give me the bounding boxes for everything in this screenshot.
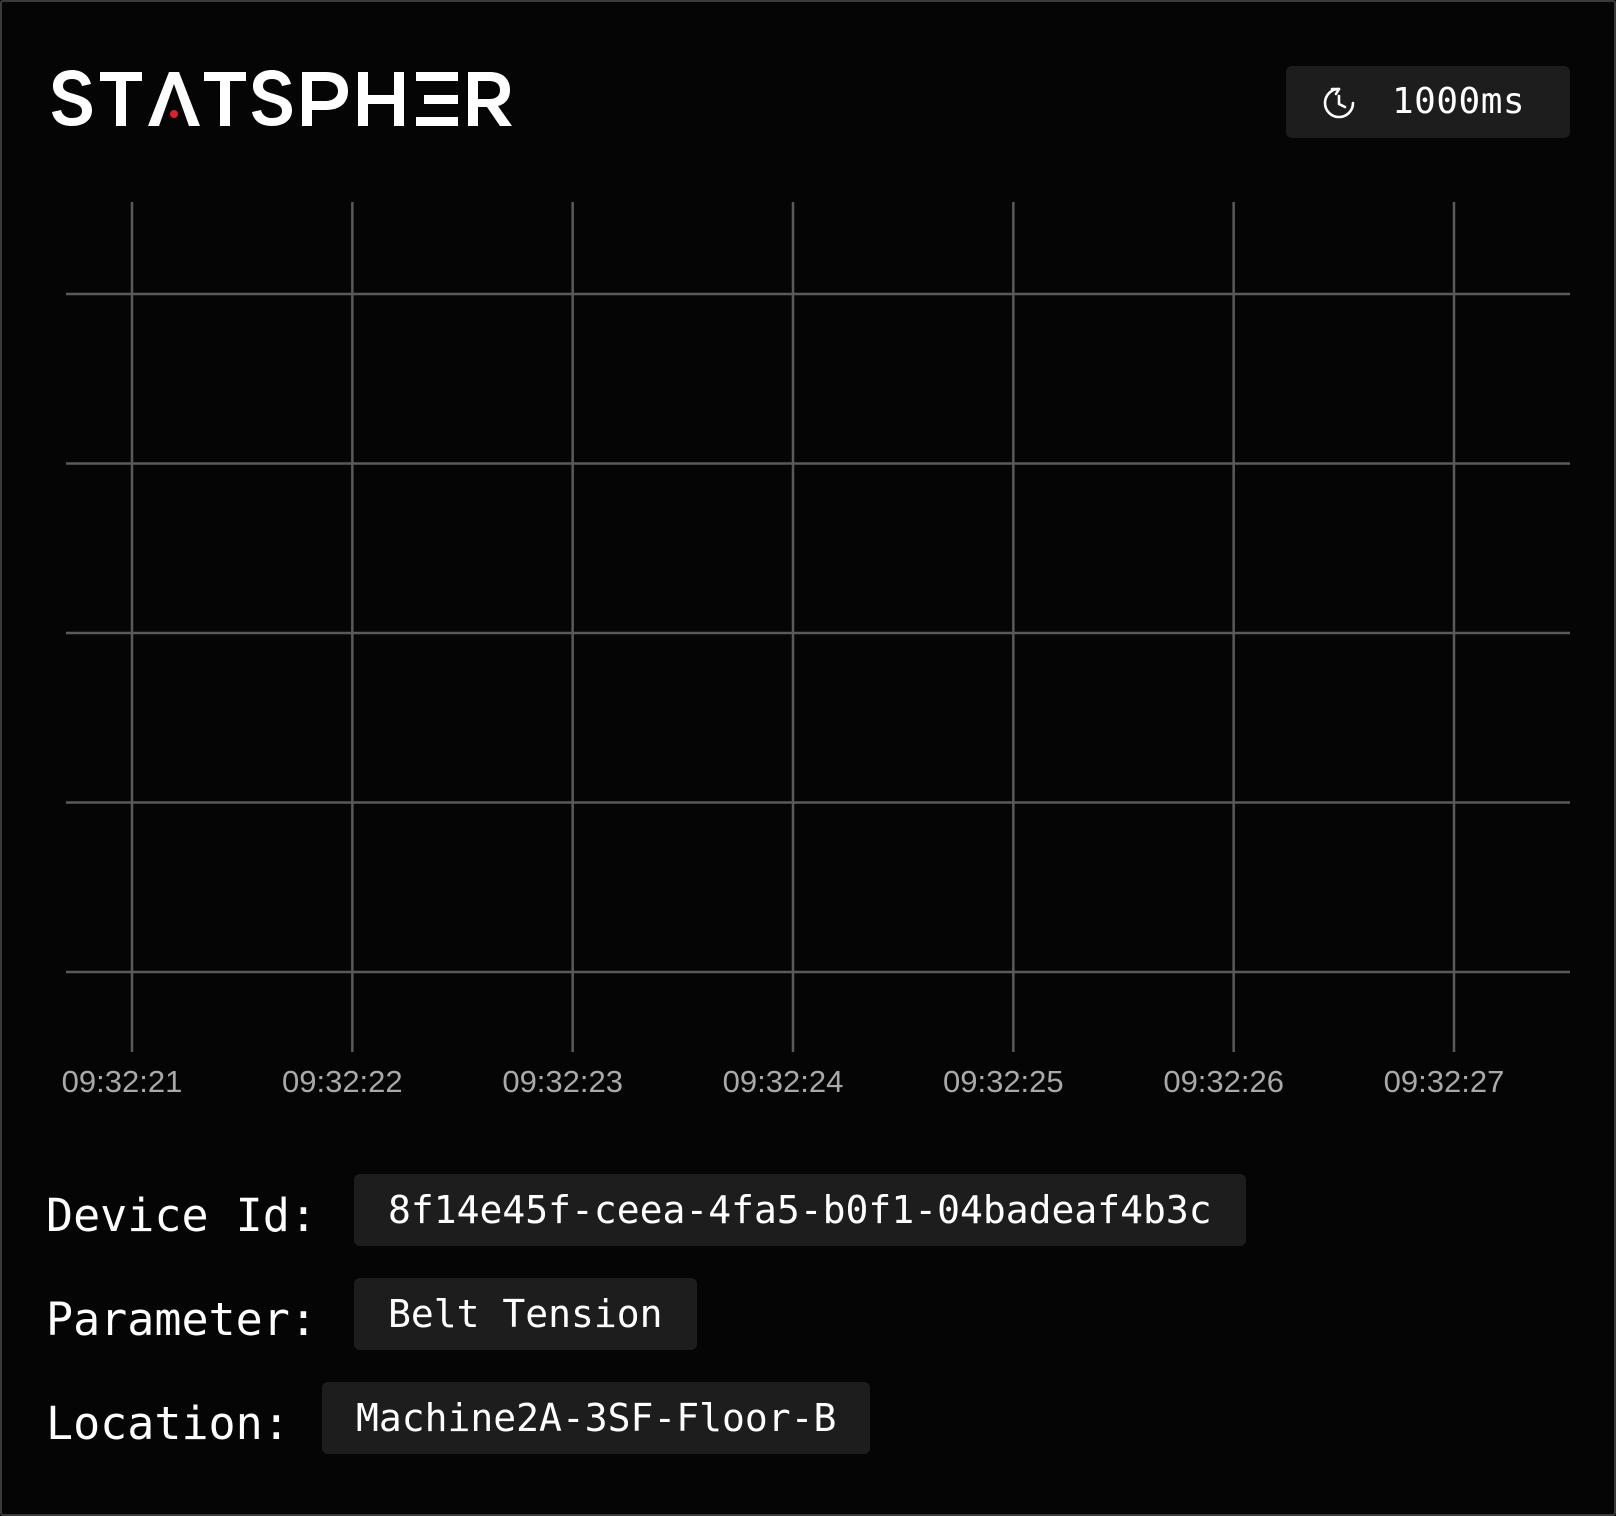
dashboard-card: 1000ms 09:32:21 09:32:22 09:32:23 09:32:24 0… <box>0 0 1616 1516</box>
x-tick-label: 09:32:27 <box>1384 1064 1505 1099</box>
location-value: Machine2A-3SF-Floor-B <box>322 1382 871 1454</box>
x-tick-label: 09:32:21 <box>62 1064 183 1099</box>
x-tick-label: 09:32:22 <box>282 1064 403 1099</box>
parameter-value: Belt Tension <box>354 1278 697 1350</box>
parameter-label: Parameter: <box>46 1293 317 1346</box>
x-tick-label: 09:32:26 <box>1163 1064 1284 1099</box>
x-tick-label: 09:32:23 <box>502 1064 623 1099</box>
time-series-chart: 09:32:21 09:32:22 09:32:23 09:32:24 09:32:25… <box>62 202 1570 1099</box>
x-tick-label: 09:32:25 <box>943 1064 1064 1099</box>
device-id-value: 8f14e45f-ceea-4fa5-b0f1-04badeaf4b3c <box>354 1174 1246 1246</box>
x-tick-label: 09:32:24 <box>723 1064 844 1099</box>
location-label: Location: <box>46 1397 290 1450</box>
device-id-label: Device Id: <box>46 1189 317 1242</box>
